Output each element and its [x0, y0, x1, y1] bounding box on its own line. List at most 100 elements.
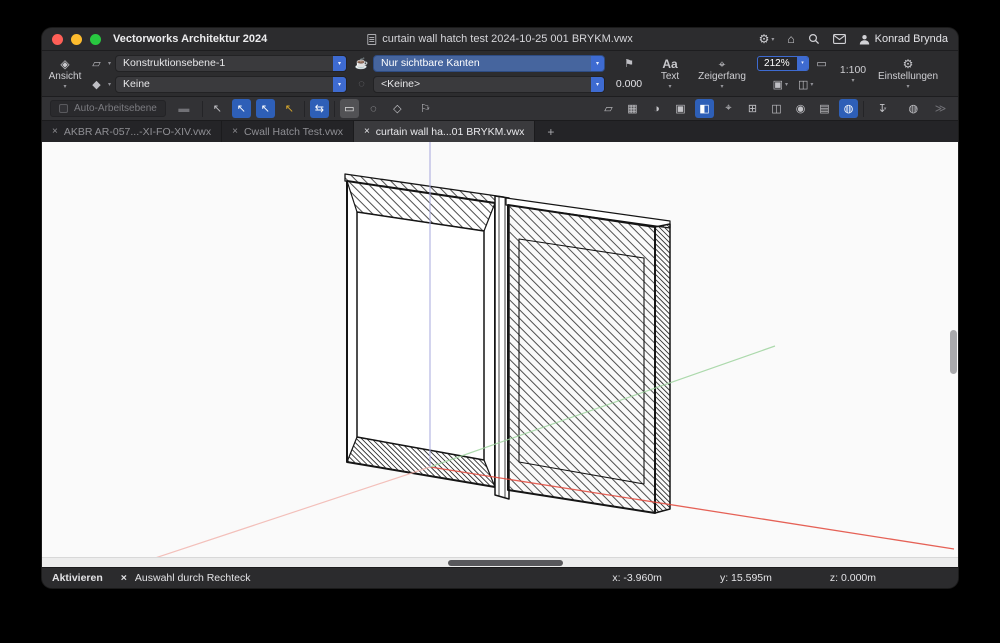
marquee-rectangle-button[interactable]: ▭ [340, 99, 359, 118]
chevron-down-icon[interactable]: ▾ [333, 56, 346, 71]
vertical-scrollbar-thumb[interactable] [950, 330, 957, 374]
close-icon[interactable]: × [52, 126, 58, 137]
crosshair-icon: ⌖ [725, 102, 731, 115]
horizontal-scrollbar[interactable] [42, 557, 958, 567]
web-view-button[interactable]: ◍ ▾ [900, 99, 926, 118]
publish-button[interactable]: ◍ [839, 99, 858, 118]
ruler-icon: ▱ [604, 102, 612, 115]
layer-class-column: ▱ ▾ Konstruktionsebene-1 ▾ ◆ ▾ Keine ▾ [89, 53, 347, 94]
keyboard-icon: ▬ [178, 103, 189, 115]
zoom-input[interactable]: 212% ▾ [757, 56, 809, 71]
snapping-label: Zeigerfang [698, 71, 746, 82]
zoom-window-button[interactable] [90, 34, 101, 45]
chevron-down-icon[interactable]: ▾ [333, 77, 346, 92]
tab-curtain-wall-active[interactable]: × curtain wall ha...01 BRYKM.vwx [354, 121, 535, 142]
axis-x-negative [140, 467, 430, 557]
app-window: Vectorworks Architektur 2024 curtain wal… [42, 28, 958, 588]
axis-x-positive [430, 467, 954, 549]
stack-layers-button[interactable]: ▤ [815, 99, 834, 118]
coord-z: z: 0.000m [830, 572, 876, 584]
layers-icon[interactable]: ▱ [89, 57, 104, 70]
horizontal-scrollbar-thumb[interactable] [448, 560, 563, 566]
classes-icon[interactable]: ◆ [89, 78, 104, 91]
home-icon: ⌂ [787, 32, 794, 46]
titlebar-actions: ⚙ ▾ ⌂ [759, 32, 948, 46]
stack-icon: ▤ [819, 102, 829, 115]
drawing-canvas[interactable] [42, 142, 958, 557]
view-menu-button[interactable]: ◈ Ansicht ▾ [48, 53, 82, 94]
settings-button[interactable]: ⚙ Einstellungen ▾ [877, 53, 939, 94]
new-tab-button[interactable]: + [535, 121, 566, 142]
chevron-down-icon[interactable]: ▾ [797, 57, 808, 70]
user-icon [859, 34, 870, 45]
select-mode-smart-button[interactable]: ↖ [280, 99, 299, 118]
selection-filter-button[interactable]: ⚐ ▾ [412, 99, 438, 118]
select-mode-single-button[interactable]: ↖ [208, 99, 227, 118]
chevron-down-icon: ▾ [721, 83, 724, 90]
globe-icon: ◍ [844, 102, 854, 115]
search-button[interactable] [808, 33, 820, 45]
toolbar-overflow-button[interactable]: ≫ [931, 99, 950, 118]
visibility-button[interactable]: ◉ [791, 99, 810, 118]
plane-angle-value: 0.000 [616, 78, 642, 90]
coord-y: y: 15.595m [720, 572, 772, 584]
messages-button[interactable] [833, 34, 846, 44]
view-icon: ◈ [60, 58, 69, 70]
interactive-scale-button[interactable]: ⇆ [310, 99, 329, 118]
close-window-button[interactable] [52, 34, 63, 45]
worksheet-icon: ▦ [627, 102, 637, 115]
marquee-lasso-button[interactable]: ◌ [364, 99, 383, 118]
workplane-list-button[interactable]: ▬ [171, 99, 197, 118]
user-account-button[interactable]: Konrad Brynda [859, 33, 948, 45]
chevron-down-icon[interactable]: ▾ [591, 56, 604, 71]
flag-angle-column: ⚑ 0.000 [612, 53, 646, 94]
zoom-column: 212% ▾ ▭ ▣ ▾ ◫ ▾ [757, 53, 829, 94]
ruler-button[interactable]: ▱ [599, 99, 618, 118]
select-mode-grid-button[interactable]: ↖ [256, 99, 275, 118]
minimize-window-button[interactable] [71, 34, 82, 45]
cursor-icon: ↖ [285, 102, 294, 115]
snapping-button[interactable]: ⌖ Zeigerfang ▾ [694, 53, 750, 94]
app-title: Vectorworks Architektur 2024 [113, 33, 267, 45]
close-icon[interactable]: × [364, 126, 370, 137]
unified-view-button[interactable]: ◧ [695, 99, 714, 118]
viewports-button[interactable]: ▣ [671, 99, 690, 118]
home-button[interactable]: ⌂ [787, 32, 794, 46]
settings-menu-button[interactable]: ⚙ ▾ [759, 32, 775, 46]
layer-dropdown[interactable]: Konstruktionsebene-1 ▾ [115, 55, 347, 72]
contrast-button[interactable]: ◑ [647, 99, 666, 118]
camera-view-button[interactable]: ▣ ▾ [773, 78, 788, 91]
export-button[interactable]: ↧ ▾ [869, 99, 895, 118]
marquee-polygon-button[interactable]: ◇ [388, 99, 407, 118]
scale-value: 1:100 [840, 64, 866, 76]
tab-cwall-hatch-test[interactable]: × Cwall Hatch Test.vwx [222, 121, 354, 142]
clip-cube-button[interactable]: ◫ [767, 99, 786, 118]
chevron-down-icon: ▾ [907, 83, 910, 90]
auto-workplane-toggle[interactable]: Auto-Arbeitsebene [50, 100, 166, 117]
settings-label: Einstellungen [878, 71, 938, 82]
grid-button[interactable]: ⊞ [743, 99, 762, 118]
close-icon[interactable]: × [121, 572, 127, 584]
coord-x: x: -3.960m [612, 572, 662, 584]
more-icon: ≫ [935, 102, 947, 115]
eye-icon: ◉ [796, 102, 806, 115]
reference-dropdown[interactable]: <Keine> ▾ [373, 76, 605, 93]
scale-button[interactable]: 1:100 ▾ [836, 53, 870, 94]
worksheet-button[interactable]: ▦ [623, 99, 642, 118]
render-mode-dropdown[interactable]: Nur sichtbare Kanten ▾ [373, 55, 605, 72]
chevron-down-icon[interactable]: ▾ [591, 77, 604, 92]
snap-icon: ⌖ [719, 58, 726, 70]
close-icon[interactable]: × [232, 126, 238, 137]
chevron-down-icon: ▾ [785, 81, 788, 88]
camera-side-button[interactable]: ◫ ▾ [798, 78, 813, 91]
select-mode-marquee-button[interactable]: ↖ [232, 99, 251, 118]
flag-icon[interactable]: ⚑ [622, 57, 637, 70]
render-mode-icon[interactable]: ☕ [354, 57, 369, 70]
text-tool-button[interactable]: Aa Text ▾ [653, 53, 687, 94]
tab-akbr[interactable]: × AKBR AR-057...-XI-FO-XIV.vwx [42, 121, 222, 142]
flyover-button[interactable]: ⌖ [719, 99, 738, 118]
reference-icon[interactable]: ◌ [354, 78, 369, 90]
monitor-icon[interactable]: ▭ [814, 57, 829, 70]
class-dropdown[interactable]: Keine ▾ [115, 76, 347, 93]
tool-options-bar: Auto-Arbeitsebene ▬ ↖ ↖ ↖ ↖ ⇆ ▭ ◌ ◇ ⚐ ▾ … [42, 96, 958, 120]
